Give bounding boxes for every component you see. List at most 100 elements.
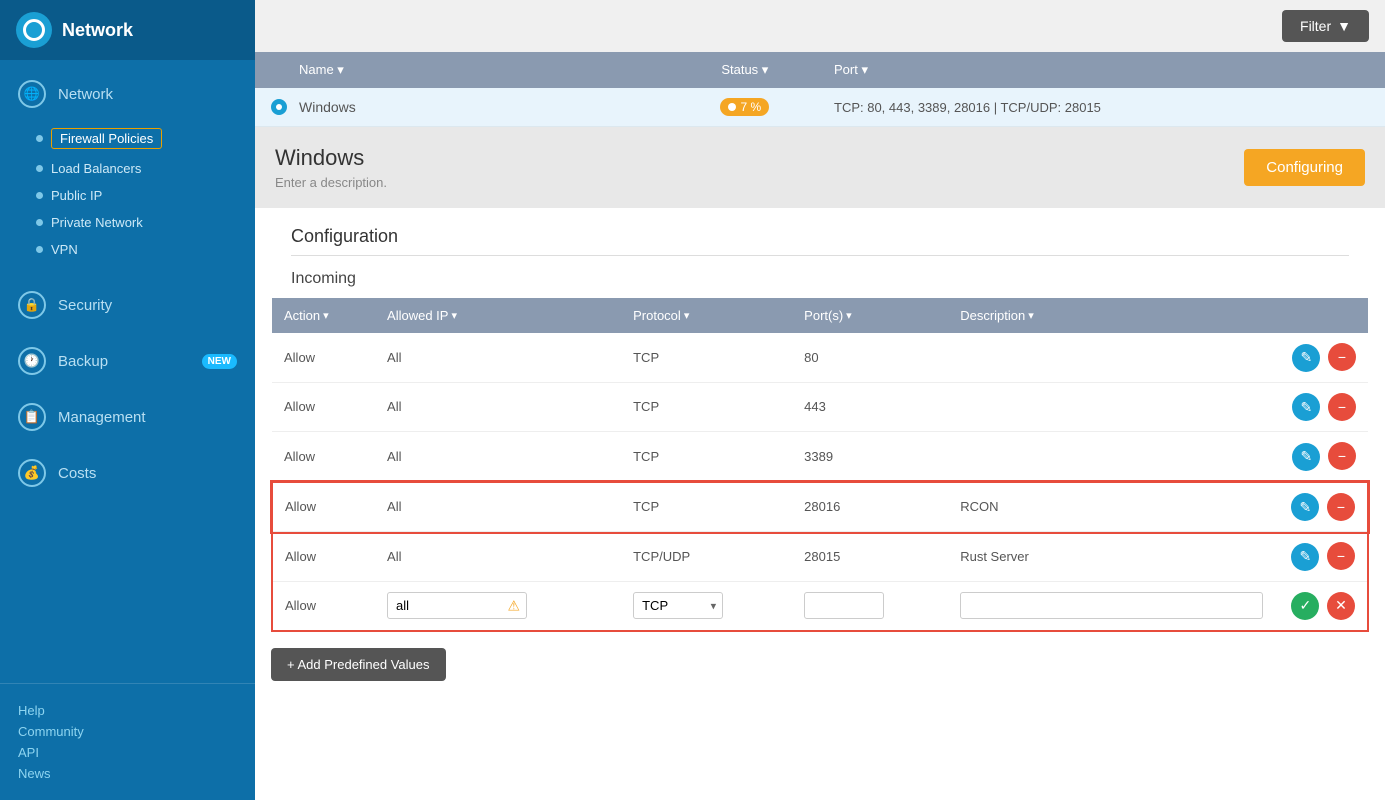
table-row-highlighted-rust: Allow All TCP/UDP 28015 Rust Server ✎ − xyxy=(272,532,1368,582)
rule-description xyxy=(948,382,1275,432)
server-port: TCP: 80, 443, 3389, 28016 | TCP/UDP: 280… xyxy=(834,100,1369,115)
col-name-header[interactable]: Name xyxy=(299,62,656,78)
sidebar-item-management-label: Management xyxy=(58,409,146,426)
rule-action: Allow xyxy=(272,432,375,482)
rule-actions: ✎ − xyxy=(1275,532,1368,582)
sidebar-item-private-network[interactable]: Private Network xyxy=(0,209,255,236)
row-radio[interactable] xyxy=(271,99,299,115)
rule-protocol: TCP xyxy=(621,482,792,532)
topbar: Filter ▼ xyxy=(255,0,1385,52)
new-rule-ip-input[interactable] xyxy=(387,592,527,619)
sidebar-item-security[interactable]: 🔒 Security xyxy=(0,277,255,333)
sidebar-item-security-label: Security xyxy=(58,297,112,314)
filter-button[interactable]: Filter ▼ xyxy=(1282,10,1369,42)
new-rule-allowed-ip-cell[interactable]: ⚠ xyxy=(375,581,621,631)
rule-actions: ✎ − xyxy=(1275,333,1368,382)
config-title: Configuration xyxy=(291,226,1349,247)
new-rule-row: Allow ⚠ TCP UDP TCP/UDP xyxy=(272,581,1368,631)
remove-rule-button[interactable]: − xyxy=(1328,442,1356,470)
remove-rule-button[interactable]: − xyxy=(1327,542,1355,570)
sidebar-item-public-ip[interactable]: Public IP xyxy=(0,182,255,209)
confirm-new-rule-button[interactable]: ✓ xyxy=(1291,592,1319,620)
remove-rule-button[interactable]: − xyxy=(1327,493,1355,521)
detail-panel: Windows Enter a description. Configuring xyxy=(255,127,1385,208)
rule-action: Allow xyxy=(272,333,375,382)
sidebar-item-firewall-policies[interactable]: Firewall Policies xyxy=(0,122,255,155)
col-actions-header xyxy=(1275,298,1368,333)
edit-rule-button[interactable]: ✎ xyxy=(1291,493,1319,521)
remove-rule-button[interactable]: − xyxy=(1328,343,1356,371)
edit-rule-button[interactable]: ✎ xyxy=(1292,344,1320,372)
detail-info: Windows Enter a description. xyxy=(275,145,387,190)
sidebar-item-costs[interactable]: 💰 Costs xyxy=(0,445,255,501)
rule-allowed-ip: All xyxy=(375,333,621,382)
help-link[interactable]: Help xyxy=(18,700,237,721)
rule-actions: ✎ − xyxy=(1275,482,1368,532)
edit-rule-button[interactable]: ✎ xyxy=(1291,543,1319,571)
configuring-button[interactable]: Configuring xyxy=(1244,149,1365,186)
col-allowed-ip-header[interactable]: Allowed IP xyxy=(375,298,621,333)
new-rule-protocol-cell[interactable]: TCP UDP TCP/UDP ▾ xyxy=(621,581,792,631)
ip-input-wrapper: ⚠ xyxy=(387,592,527,619)
col-action-header[interactable]: Action xyxy=(272,298,375,333)
sidebar-item-load-balancers[interactable]: Load Balancers xyxy=(0,155,255,182)
col-ports-header[interactable]: Port(s) xyxy=(792,298,948,333)
sidebar-item-backup-label: Backup xyxy=(58,353,108,370)
filter-icon: ▼ xyxy=(1337,18,1351,34)
edit-rule-button[interactable]: ✎ xyxy=(1292,393,1320,421)
incoming-label: Incoming xyxy=(291,270,1349,288)
security-icon: 🔒 xyxy=(18,291,46,319)
rule-description: Rust Server xyxy=(948,532,1275,582)
col-status-header[interactable]: Status xyxy=(656,62,834,78)
status-badge: 7 % xyxy=(720,98,769,116)
load-balancers-label: Load Balancers xyxy=(51,161,141,176)
sidebar-bottom: Help Community API News xyxy=(0,683,255,800)
col-description-header[interactable]: Description xyxy=(948,298,1275,333)
protocol-sort[interactable]: Protocol xyxy=(633,308,780,323)
new-rule-description-input[interactable] xyxy=(960,592,1263,619)
new-rule-port-cell[interactable] xyxy=(792,581,948,631)
sidebar-header: Network xyxy=(0,0,255,60)
add-predefined-values-button[interactable]: + Add Predefined Values xyxy=(271,648,446,681)
rule-allowed-ip: All xyxy=(375,382,621,432)
rule-action: Allow xyxy=(272,482,375,532)
nav-section-network: 🌐 Network Firewall Policies Load Balance… xyxy=(0,60,255,277)
public-ip-label: Public IP xyxy=(51,188,102,203)
allowed-ip-sort[interactable]: Allowed IP xyxy=(387,308,609,323)
remove-rule-button[interactable]: − xyxy=(1328,393,1356,421)
status-text: 7 % xyxy=(740,100,761,114)
rule-actions: ✎ − xyxy=(1275,382,1368,432)
edit-rule-button[interactable]: ✎ xyxy=(1292,443,1320,471)
rule-protocol: TCP xyxy=(621,382,792,432)
community-link[interactable]: Community xyxy=(18,721,237,742)
rule-protocol: TCP xyxy=(621,432,792,482)
col-port-header[interactable]: Port xyxy=(834,62,1369,78)
news-link[interactable]: News xyxy=(18,763,237,784)
rule-description xyxy=(948,432,1275,482)
rule-description xyxy=(948,333,1275,382)
sidebar-item-vpn[interactable]: VPN xyxy=(0,236,255,263)
col-protocol-header[interactable]: Protocol xyxy=(621,298,792,333)
new-rule-protocol-select[interactable]: TCP UDP TCP/UDP xyxy=(633,592,723,619)
network-sub-items: Firewall Policies Load Balancers Public … xyxy=(0,122,255,271)
action-sort[interactable]: Action xyxy=(284,308,363,323)
rule-allowed-ip: All xyxy=(375,482,621,532)
ports-sort[interactable]: Port(s) xyxy=(804,308,936,323)
sidebar-item-backup[interactable]: 🕐 Backup NEW xyxy=(0,333,255,389)
table-row-highlighted-rcon: Allow All TCP 28016 RCON ✎ − xyxy=(272,482,1368,532)
description-sort[interactable]: Description xyxy=(960,308,1263,323)
app-title: Network xyxy=(62,20,133,41)
sidebar-item-network[interactable]: 🌐 Network xyxy=(0,66,255,122)
dot-icon xyxy=(36,192,43,199)
api-link[interactable]: API xyxy=(18,742,237,763)
section-divider xyxy=(291,255,1349,256)
new-rule-description-cell[interactable] xyxy=(948,581,1275,631)
private-network-label: Private Network xyxy=(51,215,143,230)
rules-table: Action Allowed IP Protocol Port(s) Descr… xyxy=(271,298,1369,632)
new-rule-actions: ✓ ✕ xyxy=(1275,581,1368,631)
cancel-new-rule-button[interactable]: ✕ xyxy=(1327,592,1355,620)
server-row[interactable]: Windows 7 % TCP: 80, 443, 3389, 28016 | … xyxy=(255,88,1385,127)
sidebar-item-management[interactable]: 📋 Management xyxy=(0,389,255,445)
new-rule-port-input[interactable] xyxy=(804,592,884,619)
app-logo xyxy=(16,12,52,48)
